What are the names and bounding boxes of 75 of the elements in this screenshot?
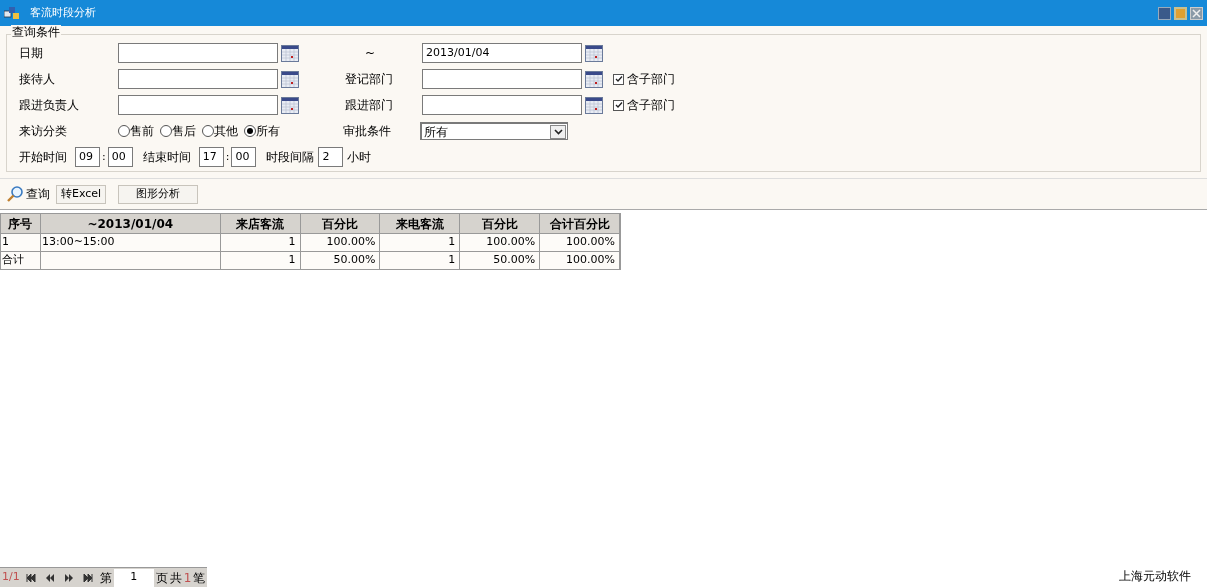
radio-label: 所有 xyxy=(256,123,280,140)
input-field[interactable] xyxy=(118,69,278,89)
total-count: 1 xyxy=(182,569,193,587)
search-icon xyxy=(6,185,24,203)
total-prefix: 共 xyxy=(169,569,182,587)
check-icon xyxy=(614,101,623,109)
checkbox[interactable] xyxy=(613,73,624,85)
next-page-icon xyxy=(64,573,75,582)
date-field[interactable] xyxy=(118,43,278,63)
hour-field[interactable]: 09 xyxy=(75,147,100,167)
calendar-icon[interactable] xyxy=(281,70,299,88)
time-separator: : xyxy=(102,148,106,165)
radio-label: 其他 xyxy=(214,123,238,140)
field-label: 跟进负责人 xyxy=(19,97,80,114)
table-cell: 50.00% xyxy=(300,252,381,269)
window-title: 客流时段分析 xyxy=(30,4,96,21)
search-button[interactable]: 查询 xyxy=(6,185,50,203)
chevron-down-icon xyxy=(553,128,563,135)
table-cell: 50.00% xyxy=(460,252,541,269)
app-icon xyxy=(4,6,20,20)
field-label: 日期 xyxy=(19,45,44,62)
radio-button[interactable] xyxy=(118,125,130,137)
company-name: 上海元动软件 xyxy=(1119,568,1191,585)
field-label: 小时 xyxy=(347,149,372,166)
range-separator: ~ xyxy=(365,45,377,62)
close-button[interactable] xyxy=(1190,6,1203,20)
field-label: 登记部门 xyxy=(345,71,394,88)
calendar-icon[interactable] xyxy=(585,44,603,62)
checkbox-label: 含子部门 xyxy=(627,97,675,114)
field-label: 时段间隔 xyxy=(266,149,315,166)
page-number-field[interactable]: 1 xyxy=(113,568,154,587)
check-icon xyxy=(614,75,623,83)
table-cell: 1 xyxy=(380,252,461,269)
radio-button[interactable] xyxy=(160,125,172,137)
input-field[interactable] xyxy=(422,69,582,89)
total-suffix: 笔 xyxy=(193,569,207,587)
hour-field[interactable]: 17 xyxy=(198,147,224,167)
checkbox-label: 含子部门 xyxy=(627,71,675,88)
field-label: 开始时间 xyxy=(19,149,67,166)
calendar-icon[interactable] xyxy=(281,96,299,114)
radio-button[interactable] xyxy=(202,125,214,137)
group-legend: 查询条件 xyxy=(11,25,61,39)
radio-label: 售前 xyxy=(130,123,154,140)
field-label: 审批条件 xyxy=(343,123,392,140)
minute-field[interactable]: 00 xyxy=(231,147,257,167)
first-page-icon xyxy=(26,573,37,582)
toolbar-button[interactable]: 转Excel xyxy=(56,184,107,204)
date-field[interactable]: 2013/01/04 xyxy=(422,43,582,63)
interval-field[interactable]: 2 xyxy=(318,147,344,167)
field-label: 来访分类 xyxy=(19,123,68,140)
checkbox[interactable] xyxy=(613,99,624,111)
field-label: 接待人 xyxy=(19,71,56,88)
table-cell: 1 xyxy=(220,252,301,269)
page-indicator: 1/1 xyxy=(1,569,21,586)
calendar-icon[interactable] xyxy=(281,44,299,62)
radio-button[interactable] xyxy=(244,125,256,137)
minute-field[interactable]: 00 xyxy=(107,147,133,167)
input-field[interactable] xyxy=(422,95,582,115)
page-suffix: 页 xyxy=(154,569,169,587)
close-icon xyxy=(1192,8,1201,18)
last-page-icon xyxy=(83,573,94,582)
page-prefix: 第 xyxy=(98,569,113,587)
previous-page-icon xyxy=(45,573,56,582)
calendar-icon[interactable] xyxy=(585,70,603,88)
toolbar-button[interactable]: 图形分析 xyxy=(118,184,199,204)
time-separator: : xyxy=(225,148,230,165)
radio-label: 售后 xyxy=(172,123,196,140)
calendar-icon[interactable] xyxy=(585,96,603,114)
approval-dropdown[interactable]: 所有 xyxy=(420,122,568,140)
field-label: 跟进部门 xyxy=(345,97,394,114)
field-label: 结束时间 xyxy=(142,149,191,166)
table-cell: 100.00% xyxy=(540,252,620,269)
table-cell: 合计 xyxy=(1,252,41,269)
input-field[interactable] xyxy=(118,95,278,115)
minimize-button[interactable] xyxy=(1158,6,1171,20)
